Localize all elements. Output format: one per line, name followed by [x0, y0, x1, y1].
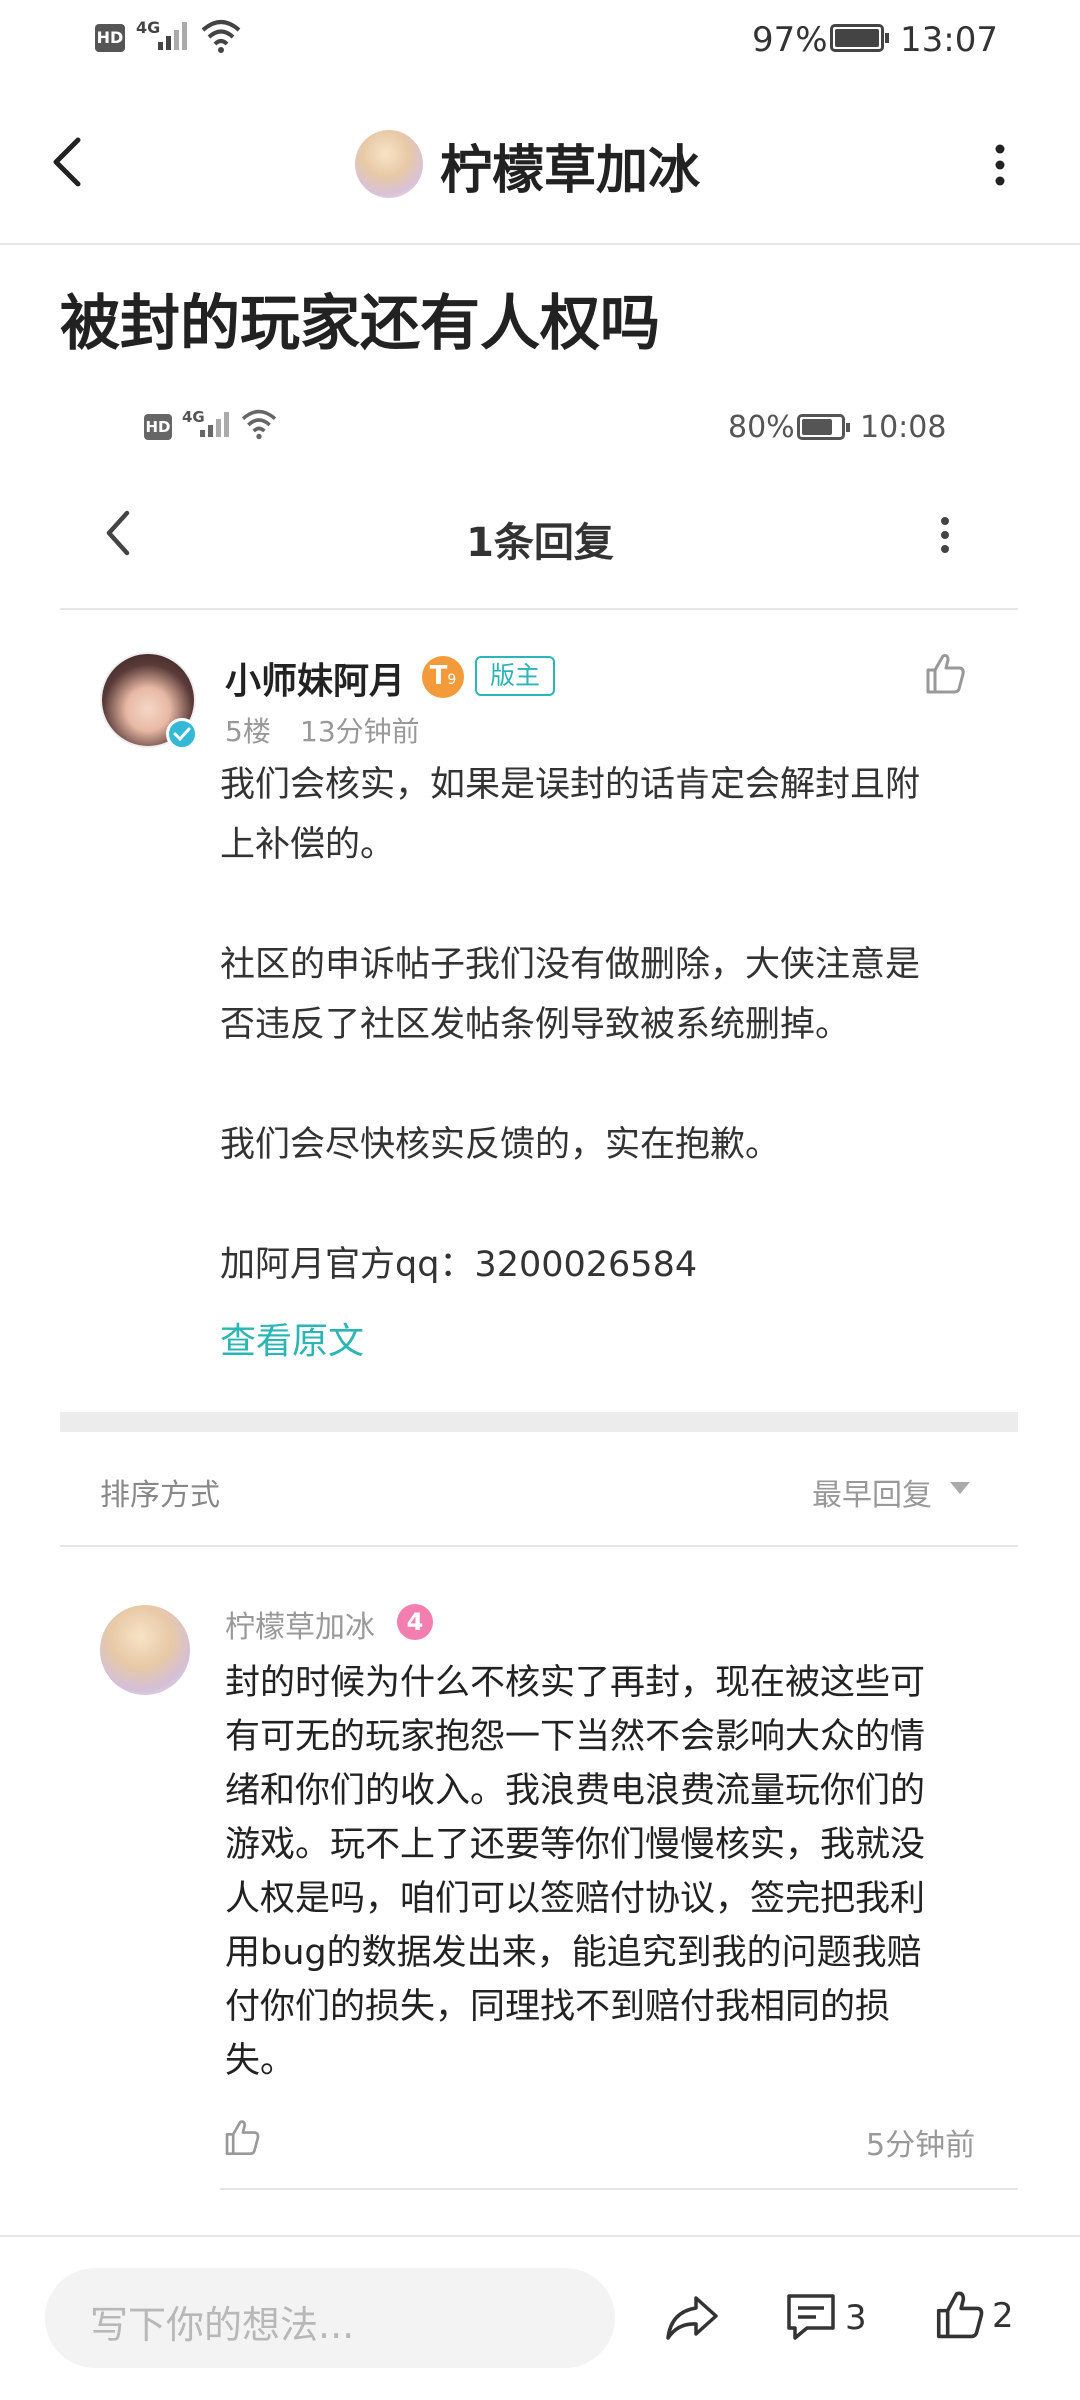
more-vertical-icon [995, 144, 1005, 186]
comment-divider [220, 2188, 1018, 2190]
level-badge: T9 [422, 656, 464, 698]
moderator-badge: 版主 [475, 656, 555, 696]
share-icon [666, 2296, 718, 2340]
signal-icon [158, 22, 190, 54]
comments-button[interactable]: 3 [783, 2288, 893, 2348]
comment-input[interactable]: 写下你的想法... [45, 2268, 615, 2368]
inner-battery-icon [797, 414, 850, 440]
chevron-left-icon [53, 137, 81, 187]
embedded-screenshot[interactable]: HD 4G 80% 10:08 1条回复 小师妹阿月 T9 版主 5楼 13分钟… [0, 380, 1080, 2200]
inner-signal-icon [200, 412, 232, 440]
status-bar: HD 4G 97% 13:07 [0, 0, 1080, 80]
comment-avatar[interactable] [100, 1605, 190, 1695]
comment-icon [787, 2294, 835, 2340]
sort-dropdown[interactable]: 最早回复 [812, 1470, 982, 1513]
inner-battery-percent: 80% [728, 410, 795, 445]
sort-divider [60, 1545, 1018, 1547]
reply-page-title: 1条回复 [466, 520, 614, 566]
back-button[interactable] [40, 130, 100, 190]
reply-paragraph: 我们会尽快核实反馈的，实在抱歉。 [220, 1125, 781, 1165]
more-options-button[interactable] [980, 135, 1020, 195]
comment-like-button[interactable] [220, 2115, 264, 2159]
battery-percent: 97% [752, 20, 828, 60]
thumbs-up-icon [926, 654, 965, 694]
reply-body: 我们会核实，如果是误封的话肯定会解封且附 上补偿的。 社区的申诉帖子我们没有做删… [220, 755, 1000, 1295]
like-button[interactable]: 2 [932, 2286, 1042, 2346]
inner-header-divider [60, 608, 1018, 610]
verified-icon [166, 718, 198, 750]
battery-icon [830, 24, 889, 52]
reply-paragraph: 加阿月官方qq：3200026584 [220, 1245, 698, 1285]
clock: 13:07 [900, 20, 998, 60]
inner-clock: 10:08 [860, 410, 947, 445]
author-avatar[interactable] [355, 130, 423, 198]
comment-body: 封的时候为什么不核实了再封，现在被这些可 有可无的玩家抱怨一下当然不会影响大众的… [225, 1663, 926, 2081]
reply-avatar[interactable] [100, 652, 198, 750]
comment-input-placeholder: 写下你的想法... [90, 2303, 355, 2347]
sort-label: 排序方式 [100, 1478, 220, 1513]
header-title: 柠檬草加冰 [440, 141, 701, 201]
post-title: 被封的玩家还有人权吗 [60, 289, 660, 359]
bottom-bar-divider [0, 2235, 1080, 2237]
inner-wifi-icon [240, 408, 278, 440]
reply-username[interactable]: 小师妹阿月 [225, 652, 405, 704]
header-divider [0, 243, 1080, 245]
share-button[interactable] [662, 2290, 722, 2346]
more-vertical-icon [941, 517, 949, 553]
inner-hd-icon: HD [144, 414, 172, 440]
comment-level-badge: 4 [397, 1604, 433, 1640]
network-label: 4G [136, 18, 161, 37]
comment-username[interactable]: 柠檬草加冰 [225, 1602, 375, 1646]
reply-paragraph: 社区的申诉帖子我们没有做删除，大侠注意是 否违反了社区发帖条例导致被系统删掉。 [220, 945, 921, 1045]
reply-paragraph: 我们会核实，如果是误封的话肯定会解封且附 上补偿的。 [220, 765, 921, 865]
reply-time: 13分钟前 [300, 715, 420, 748]
like-count: 2 [992, 2296, 1014, 2336]
wifi-icon [200, 18, 242, 54]
view-original-link[interactable]: 查看原文 [220, 1312, 364, 1364]
comment-count: 3 [845, 2298, 867, 2338]
inner-more-options-button[interactable] [930, 510, 960, 560]
hd-icon: HD [95, 24, 125, 52]
thumbs-up-icon [936, 2291, 984, 2339]
caret-down-icon [950, 1482, 970, 1494]
thumbs-up-icon [225, 2120, 260, 2156]
section-separator [60, 1412, 1018, 1432]
reply-like-button[interactable] [920, 648, 970, 698]
comment-time: 5分钟前 [866, 2128, 976, 2163]
reply-floor: 5楼 [225, 715, 271, 748]
